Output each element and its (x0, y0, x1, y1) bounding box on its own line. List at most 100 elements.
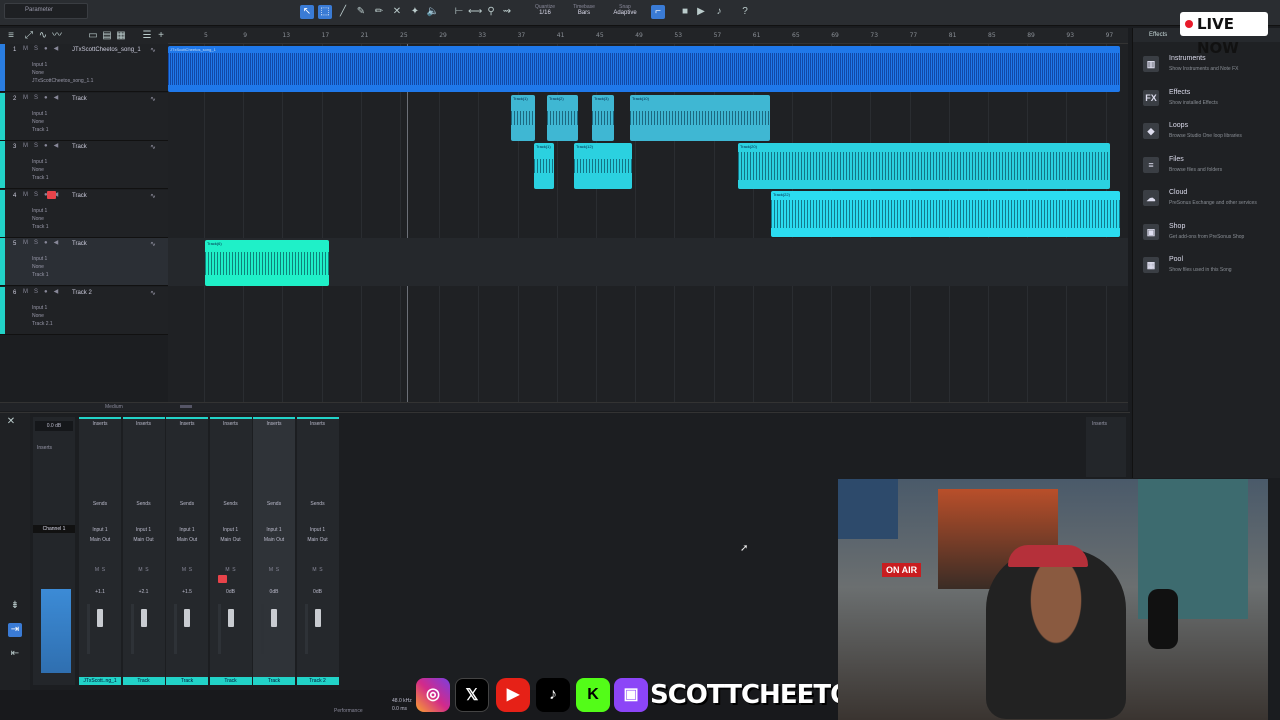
track-buttons[interactable]: MS●◀ (23, 239, 64, 246)
track-input[interactable]: Input 1 (32, 208, 47, 214)
mute-tool-icon[interactable]: ✕ (390, 5, 404, 19)
volume-fader[interactable] (271, 609, 277, 627)
automation-icon[interactable]: ∿ (150, 240, 156, 248)
channel-name[interactable]: Track (122, 677, 165, 685)
timeline-ruler[interactable]: 5 9 13 17 21 25 29 33 37 41 45 49 53 57 61 65 69 73 77 81 85… (168, 28, 1128, 44)
channel-input[interactable]: Input 1 (166, 527, 208, 533)
cursor-follow-icon[interactable]: ⇝ (500, 5, 514, 19)
fader-icon[interactable]: ⇟ (8, 599, 22, 613)
track-buttons[interactable]: MS●◀ (23, 94, 64, 101)
automation-icon[interactable]: ∿ (150, 95, 156, 103)
audio-clip[interactable]: JTxScottCheetos_song_1 (168, 46, 1120, 92)
inserts-label[interactable]: Inserts (210, 421, 252, 427)
arrow-tool-icon[interactable]: ↖ (300, 5, 314, 19)
input-icon[interactable]: ⇥ (8, 623, 22, 637)
track-input[interactable]: Input 1 (32, 159, 47, 165)
snap-left-icon[interactable]: ⊢ (452, 5, 466, 19)
track-output[interactable]: JTxScottCheetos_song_1.1 (32, 78, 93, 84)
channel-output[interactable]: Main Out (79, 537, 121, 543)
split-tool-icon[interactable]: ╱ (336, 5, 350, 19)
performance-label[interactable]: Performance (334, 708, 363, 714)
track-sidechain[interactable]: None (32, 167, 44, 173)
track-header[interactable]: 5 MS●◀ Track ∿ Input 1 None Track 1 (0, 238, 168, 286)
channel-name[interactable]: Track (166, 677, 208, 685)
scroll-thumb[interactable] (180, 405, 192, 408)
inserts-label[interactable]: Inserts (297, 421, 339, 427)
audio-clip[interactable]: Track(6) (205, 240, 329, 286)
channel-name[interactable]: Track (253, 677, 295, 685)
automation-icon[interactable]: ∿ (36, 29, 50, 43)
channel-output[interactable]: Main Out (210, 537, 252, 543)
playhead[interactable] (407, 44, 408, 402)
track-sidechain[interactable]: None (32, 216, 44, 222)
snap-toggle-icon[interactable]: ⌐ (651, 5, 665, 19)
track-header[interactable]: 6 MS●◀ Track 2 ∿ Input 1 None Track 2.1 (0, 286, 168, 335)
inserts-label[interactable]: Inserts (166, 421, 208, 427)
folder-icon[interactable]: ▭ (86, 29, 100, 43)
channel-output[interactable]: Main Out (297, 537, 339, 543)
channel-input[interactable]: Input 1 (123, 527, 165, 533)
timebase-selector[interactable]: Timebase Bars (566, 4, 602, 16)
quantize-selector[interactable]: Quantize 1/16 (530, 4, 560, 16)
mute-solo-buttons[interactable]: M S (79, 567, 121, 573)
volume-fader[interactable] (314, 609, 321, 627)
mixer-channel[interactable]: Inserts Sends Input 1 Main Out M S +1.5 … (166, 417, 208, 685)
track-header[interactable]: 3 MS●◀ Track ∿ Input 1 None Track 1 (0, 141, 168, 189)
automation-icon[interactable]: ∿ (150, 46, 156, 54)
automation-icon[interactable]: ∿ (150, 192, 156, 200)
audio-clip[interactable]: Track(3) (592, 95, 614, 141)
channel-name[interactable]: Track 2 (296, 677, 339, 685)
audio-clip[interactable]: Track(20) (738, 143, 1110, 189)
inserts-label[interactable]: Inserts (79, 421, 121, 427)
track-sidechain[interactable]: None (32, 119, 44, 125)
mute-solo-buttons[interactable]: M S (297, 567, 339, 573)
track-output[interactable]: Track 1 (32, 272, 48, 278)
close-icon[interactable]: ✕ (4, 415, 18, 429)
track-output[interactable]: Track 2.1 (32, 321, 53, 327)
automation-icon[interactable]: ∿ (150, 143, 156, 151)
audio-clip[interactable]: Track(2) (547, 95, 578, 141)
metronome-icon[interactable]: ♪ (712, 5, 726, 19)
audio-clip[interactable]: Track(1) (534, 143, 554, 189)
add-track-icon[interactable]: + (154, 29, 168, 43)
track-input[interactable]: Input 1 (32, 256, 47, 262)
volume-fader[interactable] (140, 609, 147, 627)
track-header[interactable]: 4 MS●◀ Track ∿ Input 1 None Track 1 (0, 189, 168, 238)
list-icon[interactable]: ☰ (140, 29, 154, 43)
zoom-icon[interactable]: ⚲ (484, 5, 498, 19)
track-input[interactable]: Input 1 (32, 62, 47, 68)
stop-icon[interactable]: ■ (678, 5, 692, 19)
browser-item-effects[interactable]: FX Effects Show installed Effects (1137, 86, 1277, 116)
output-icon[interactable]: ⇤ (8, 647, 22, 661)
track-output[interactable]: Track 1 (32, 224, 48, 230)
mute-solo-buttons[interactable]: M S (253, 567, 295, 573)
audio-clip[interactable]: Track(1) (511, 95, 535, 141)
sends-label[interactable]: Sends (166, 501, 208, 507)
snap-selector[interactable]: Snap Adaptive (608, 4, 642, 16)
snap-grid-icon[interactable]: ⟷ (468, 5, 482, 19)
channel-input[interactable]: Input 1 (297, 527, 339, 533)
record-arm-icon[interactable] (47, 190, 56, 199)
track-header[interactable]: 1 MS●◀ JTxScottCheetos_song_1 ∿ Input 1 … (0, 44, 168, 92)
track-name[interactable]: Track 2 (72, 290, 92, 296)
mixer-channel[interactable]: Inserts Sends Input 1 Main Out M S 0dB T… (209, 417, 252, 685)
bend-tool-icon[interactable]: ✦ (408, 5, 422, 19)
channel-input[interactable]: Input 1 (210, 527, 252, 533)
channel-name[interactable]: Track (209, 677, 252, 685)
track-output[interactable]: Track 1 (32, 127, 48, 133)
curve-icon[interactable]: 〰 (50, 29, 64, 43)
layers-icon[interactable]: ▤ (100, 29, 114, 43)
track-name[interactable]: JTxScottCheetos_song_1 (72, 47, 141, 53)
track-sidechain[interactable]: None (32, 70, 44, 76)
help-icon[interactable]: ? (738, 5, 752, 19)
track-header[interactable]: 2 MS●◀ Track ∿ Input 1 None Track 1 (0, 92, 168, 141)
browser-item-cloud[interactable]: ☁ Cloud PreSonus Exchange and other serv… (1137, 186, 1277, 216)
channel-output[interactable]: Main Out (166, 537, 208, 543)
mixer-channel[interactable]: Inserts Sends Input 1 Main Out M S +1.1 … (79, 417, 121, 685)
audio-clip[interactable]: Track(12) (574, 143, 632, 189)
expand-icon[interactable]: ⤢ (22, 29, 36, 43)
sends-label[interactable]: Sends (123, 501, 165, 507)
listen-tool-icon[interactable]: 🔈 (426, 5, 440, 19)
channel-output[interactable]: Main Out (253, 537, 295, 543)
mute-solo-buttons[interactable]: M S (166, 567, 208, 573)
